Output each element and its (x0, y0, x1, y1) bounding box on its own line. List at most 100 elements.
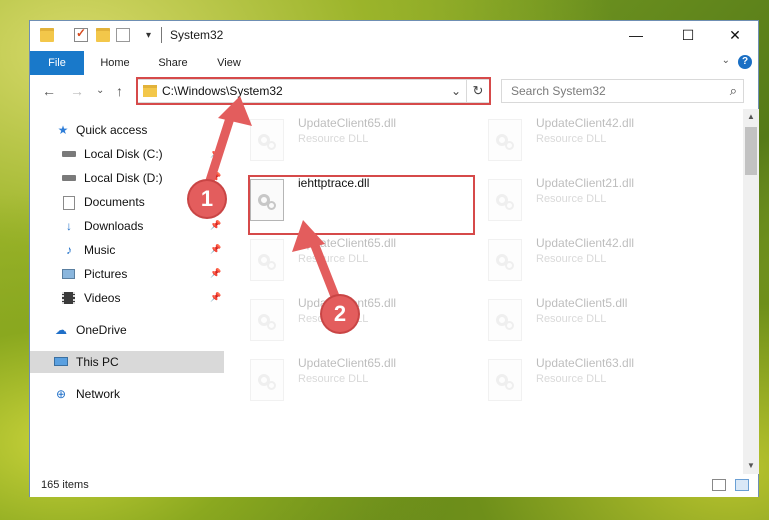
file-list: UpdateClient65.dll Resource DLL UpdateCl… (226, 109, 742, 474)
file-name: UpdateClient65.dll (298, 116, 397, 130)
pin-icon[interactable]: 📌 (210, 292, 221, 303)
file-item[interactable]: UpdateClient5.dll Resource DLL (464, 291, 694, 341)
dll-file-icon (250, 119, 284, 161)
address-bar-highlight (136, 77, 491, 105)
file-name: UpdateClient63.dll (536, 356, 635, 370)
maximize-button[interactable]: ☐ (665, 21, 711, 50)
sidebar-item-label: Network (76, 387, 121, 401)
tab-file[interactable]: File (30, 51, 84, 75)
back-button[interactable]: ← (42, 83, 56, 99)
sidebar-item-pictures[interactable]: Pictures 📌 (30, 263, 224, 285)
drive-icon (62, 171, 76, 185)
dll-file-icon (488, 359, 522, 401)
sidebar-item-this-pc[interactable]: This PC (30, 351, 224, 373)
search-box[interactable]: Search System32 ⌕ (501, 79, 744, 103)
download-icon: ↓ (66, 219, 72, 233)
status-bar: 165 items (30, 474, 758, 497)
file-name: UpdateClient65.dll (298, 356, 397, 370)
file-item[interactable]: UpdateClient42.dll Resource DLL (464, 111, 694, 161)
dll-file-icon (488, 299, 522, 341)
ribbon-tabs: File Home Share View ⌄ ? (30, 51, 758, 76)
cloud-icon: ☁ (55, 323, 67, 337)
scroll-thumb[interactable] (745, 127, 757, 175)
tab-share[interactable]: Share (150, 51, 196, 75)
sidebar-item-quick-access[interactable]: ★ Quick access (30, 119, 224, 141)
dll-file-icon (488, 179, 522, 221)
recent-locations-button[interactable]: ⌄ (96, 85, 104, 96)
forward-button[interactable]: → (70, 83, 84, 99)
sidebar-item-videos[interactable]: Videos 📌 (30, 287, 224, 309)
sidebar-item-onedrive[interactable]: ☁ OneDrive (30, 319, 224, 341)
sidebar-item-music[interactable]: ♪ Music 📌 (30, 239, 224, 261)
sidebar-item-network[interactable]: ⊕ Network (30, 383, 224, 405)
file-item[interactable]: UpdateClient42.dll Resource DLL (464, 231, 694, 281)
title-separator (161, 27, 162, 43)
quick-access-toolbar-icon[interactable] (116, 28, 130, 42)
pin-icon[interactable]: 📌 (210, 244, 221, 255)
file-name: UpdateClient42.dll (536, 116, 635, 130)
file-type: Resource DLL (298, 133, 369, 145)
file-name: UpdateClient5.dll (536, 296, 628, 310)
file-name: UpdateClient65.dll (298, 236, 397, 250)
up-button[interactable]: ↑ (116, 83, 123, 99)
file-item[interactable]: UpdateClient65.dll Resource DLL (226, 351, 456, 401)
window-title: System32 (170, 28, 224, 42)
vertical-scrollbar[interactable]: ▲ ▼ (743, 109, 759, 474)
dll-file-icon (250, 359, 284, 401)
properties-icon[interactable] (74, 26, 88, 42)
title-bar: ▾ System32 — ☐ ✕ (30, 21, 758, 51)
computer-icon (54, 355, 68, 369)
sidebar-item-local-disk-c[interactable]: Local Disk (C:) 📌 (30, 143, 224, 165)
documents-icon (62, 195, 76, 210)
file-highlight (248, 175, 475, 235)
step-1-callout: 1 (189, 181, 225, 217)
sidebar-item-label: Documents (84, 195, 145, 209)
customize-toolbar-chevron-icon[interactable]: ▾ (146, 30, 151, 41)
file-type: Resource DLL (536, 133, 607, 145)
details-view-icon[interactable] (712, 479, 726, 491)
file-type: Resource DLL (298, 253, 369, 265)
navigation-pane: ★ Quick access Local Disk (C:) 📌 Local D… (30, 109, 224, 474)
dll-file-icon (488, 239, 522, 281)
tab-view[interactable]: View (206, 51, 252, 75)
sidebar-item-label: Downloads (84, 219, 144, 233)
tab-home[interactable]: Home (92, 51, 138, 75)
help-icon[interactable]: ? (738, 55, 752, 69)
scroll-up-icon[interactable]: ▲ (743, 109, 759, 125)
large-icons-view-icon[interactable] (735, 479, 749, 491)
sidebar-item-label: Quick access (76, 123, 148, 137)
sidebar-item-label: This PC (76, 355, 119, 369)
sidebar-item-label: OneDrive (76, 323, 127, 337)
pin-icon[interactable]: 📌 (210, 220, 221, 231)
file-item[interactable]: UpdateClient63.dll Resource DLL (464, 351, 694, 401)
pictures-icon (62, 267, 76, 281)
folder-icon (40, 28, 54, 42)
file-type: Resource DLL (298, 373, 369, 385)
item-count: 165 items (41, 479, 89, 491)
sidebar-item-label: Pictures (84, 267, 128, 281)
file-type: Resource DLL (536, 253, 607, 265)
expand-ribbon-chevron-icon[interactable]: ⌄ (722, 55, 730, 66)
file-item[interactable]: UpdateClient21.dll Resource DLL (464, 171, 694, 221)
dll-file-icon (488, 119, 522, 161)
sidebar-item-label: Local Disk (C:) (84, 147, 163, 161)
file-type: Resource DLL (536, 193, 607, 205)
search-placeholder[interactable]: Search System32 (511, 84, 606, 98)
new-folder-icon[interactable] (96, 28, 110, 42)
pin-icon[interactable]: 📌 (210, 148, 221, 159)
file-type: Resource DLL (536, 373, 607, 385)
dll-file-icon (250, 239, 284, 281)
network-icon: ⊕ (55, 387, 67, 401)
file-item[interactable]: UpdateClient65.dll Resource DLL (226, 111, 456, 161)
search-icon[interactable]: ⌕ (730, 83, 737, 99)
sidebar-item-label: Local Disk (D:) (84, 171, 163, 185)
pin-icon[interactable]: 📌 (210, 268, 221, 279)
minimize-button[interactable]: — (613, 21, 659, 50)
close-button[interactable]: ✕ (712, 21, 758, 50)
sidebar-item-label: Videos (84, 291, 121, 305)
sidebar-item-downloads[interactable]: ↓ Downloads 📌 (30, 215, 224, 237)
scroll-down-icon[interactable]: ▼ (743, 458, 759, 474)
step-2-callout: 2 (322, 296, 358, 332)
file-item[interactable]: UpdateClient65.dll Resource DLL (226, 231, 456, 281)
sidebar-item-label: Music (84, 243, 116, 257)
